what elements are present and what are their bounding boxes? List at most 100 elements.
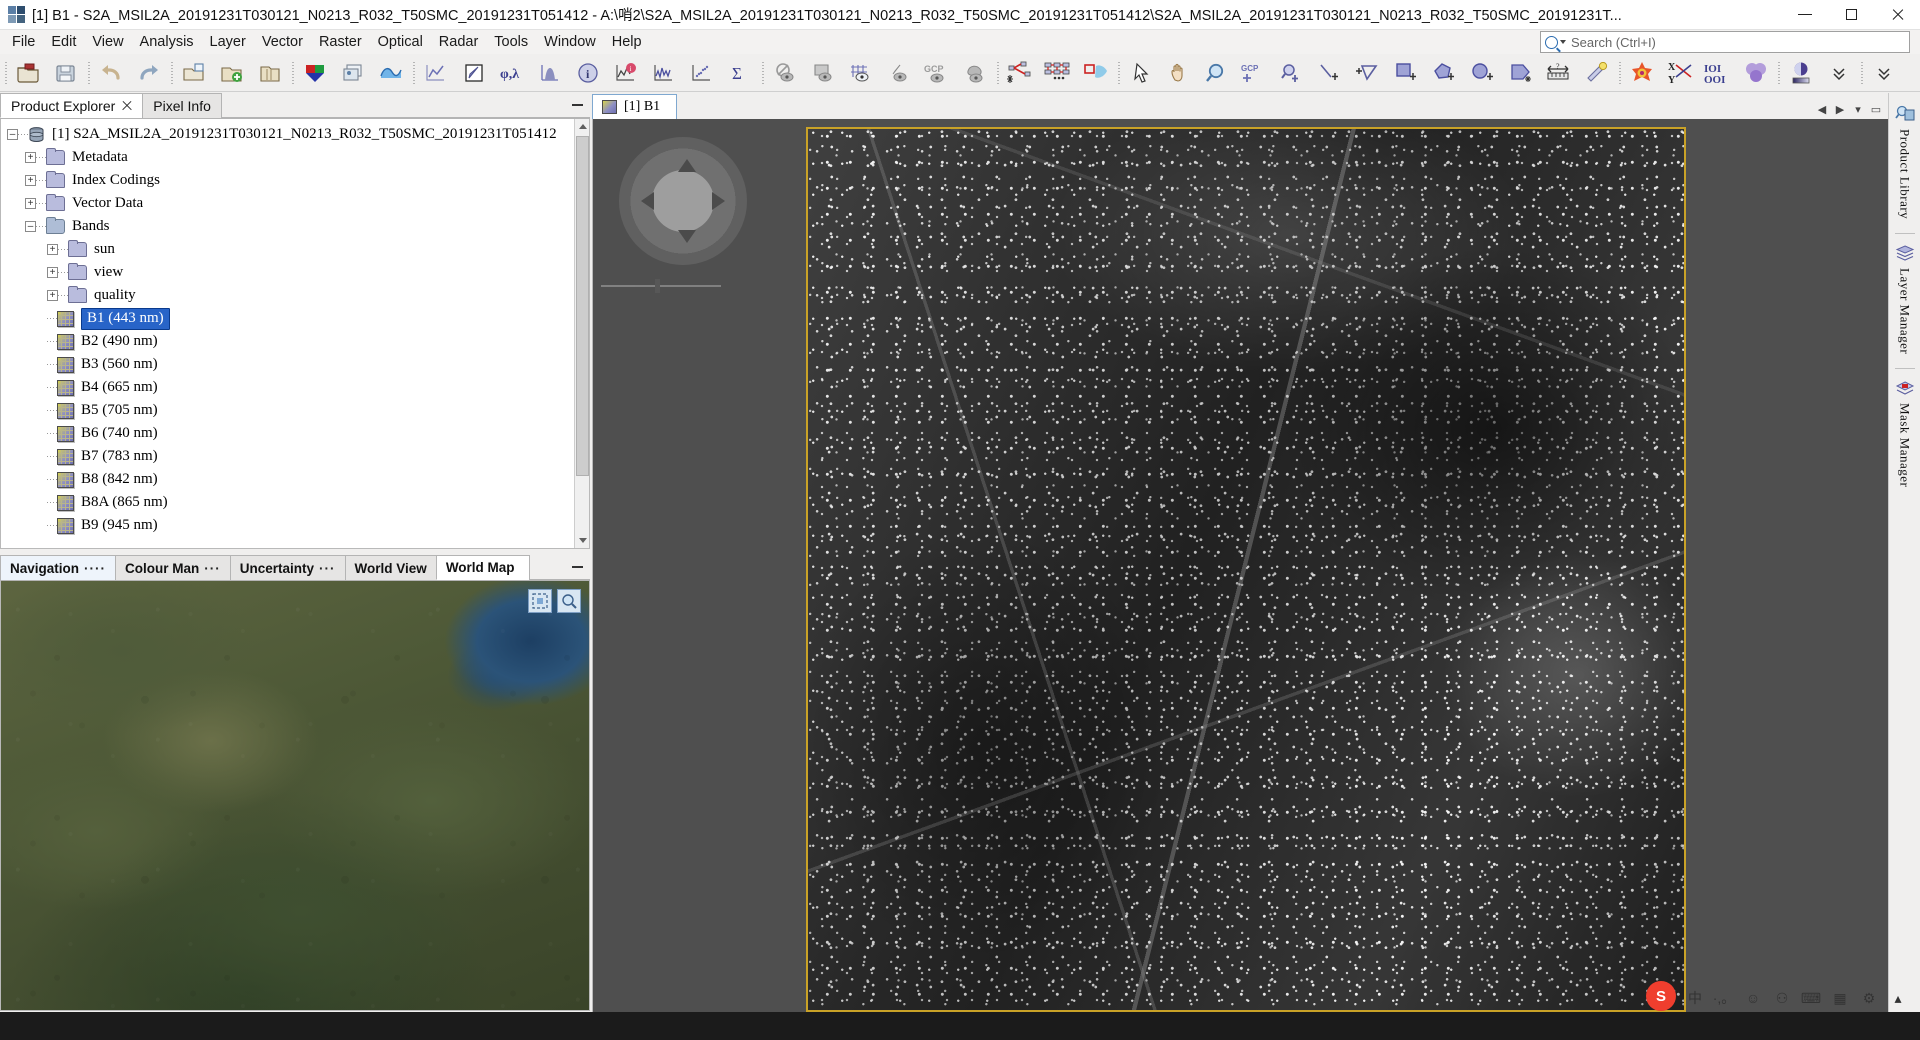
- next-view-icon[interactable]: ▶: [1832, 99, 1848, 119]
- world-map-view[interactable]: [0, 581, 590, 1011]
- chevron-down-icon[interactable]: [1560, 40, 1566, 44]
- image-canvas[interactable]: [592, 119, 1888, 1012]
- menu-vector[interactable]: Vector: [254, 32, 311, 52]
- scrollbar-thumb[interactable]: [576, 136, 589, 476]
- pin-placing-icon[interactable]: GCP: [1236, 56, 1274, 90]
- tab-uncertainty[interactable]: Uncertainty ···: [229, 555, 346, 580]
- tree-node-product[interactable]: – [1] S2A_MSIL2A_20191231T030121_N0213_R…: [7, 123, 589, 146]
- expand-toggle-icon[interactable]: +: [47, 290, 58, 301]
- ime-mode-icon[interactable]: ·,。: [1713, 988, 1736, 1008]
- pan-up-icon[interactable]: [678, 159, 696, 172]
- emoji-icon[interactable]: ☺: [1743, 988, 1763, 1008]
- rgb-image-icon[interactable]: [296, 56, 334, 90]
- pin-overlay-icon[interactable]: [880, 56, 918, 90]
- range-finder-icon[interactable]: ?: [1540, 56, 1578, 90]
- menu-radar[interactable]: Radar: [431, 32, 487, 52]
- menu-optical[interactable]: Optical: [370, 32, 431, 52]
- binary-data-icon[interactable]: IOI OOI: [1699, 56, 1737, 90]
- menu-view[interactable]: View: [84, 32, 131, 52]
- menu-edit[interactable]: Edit: [43, 32, 84, 52]
- batch-processing-icon[interactable]: [1039, 56, 1077, 90]
- keyboard-icon[interactable]: ⌨: [1801, 988, 1821, 1008]
- tree-node-index-codings[interactable]: + Index Codings: [7, 169, 589, 192]
- zoom-tool-icon[interactable]: [1198, 56, 1236, 90]
- pan-tool-icon[interactable]: [1160, 56, 1198, 90]
- geometry-overlay-icon[interactable]: [956, 56, 994, 90]
- save-product-icon[interactable]: [47, 56, 85, 90]
- raster-image[interactable]: [806, 127, 1686, 1012]
- tree-node-sun[interactable]: + sun: [7, 238, 589, 261]
- menu-layer[interactable]: Layer: [202, 32, 254, 52]
- import-product-icon[interactable]: [213, 56, 251, 90]
- zoom-slider-handle[interactable]: [655, 279, 660, 293]
- image-window-icon[interactable]: [334, 56, 372, 90]
- histogram-icon[interactable]: [531, 56, 569, 90]
- statistics-icon[interactable]: Σ: [721, 56, 759, 90]
- bottom-minimize-button[interactable]: [564, 555, 590, 580]
- pan-left-icon[interactable]: [641, 192, 654, 210]
- sogou-ime-icon[interactable]: S: [1646, 981, 1676, 1011]
- polygon-draw-icon[interactable]: [1426, 56, 1464, 90]
- toolbar-overflow-icon[interactable]: [1865, 56, 1903, 90]
- gcp-placing-icon[interactable]: [1274, 56, 1312, 90]
- zoom-selection-icon[interactable]: [557, 589, 581, 613]
- scroll-down-icon[interactable]: [575, 533, 589, 548]
- tree-node-view[interactable]: + view: [7, 261, 589, 284]
- product-subset-icon[interactable]: [1077, 56, 1115, 90]
- pin-manager-icon[interactable]: [455, 56, 493, 90]
- tree-node-band-b7[interactable]: B7 (783 nm): [7, 445, 589, 468]
- zoom-all-icon[interactable]: [528, 589, 552, 613]
- expand-toolbar-icon[interactable]: [1820, 56, 1858, 90]
- minimize-button[interactable]: [1782, 0, 1828, 30]
- close-icon[interactable]: [121, 100, 132, 111]
- rectangle-draw-icon[interactable]: [1388, 56, 1426, 90]
- dock-item-layer-manager[interactable]: Layer Manager: [1895, 238, 1915, 366]
- brightness-contrast-icon[interactable]: [1782, 56, 1820, 90]
- wave-tool-icon[interactable]: [372, 56, 410, 90]
- scatter-plot-icon[interactable]: [683, 56, 721, 90]
- menu-raster[interactable]: Raster: [311, 32, 370, 52]
- collapse-toggle-icon[interactable]: –: [25, 221, 36, 232]
- xy-scatter-icon[interactable]: XY: [1661, 56, 1699, 90]
- expand-toggle-icon[interactable]: +: [47, 244, 58, 255]
- tab-colour-manipulation[interactable]: Colour Man ···: [115, 555, 231, 580]
- voice-input-icon[interactable]: ⚇: [1772, 988, 1792, 1008]
- tab-navigation[interactable]: Navigation ····: [0, 555, 116, 580]
- tree-node-band-b8a[interactable]: B8A (865 nm): [7, 491, 589, 514]
- search-input[interactable]: Search (Ctrl+I): [1540, 31, 1910, 53]
- polyline-draw-icon[interactable]: [1350, 56, 1388, 90]
- colour-manipulation-icon[interactable]: [1623, 56, 1661, 90]
- tree-node-vector-data[interactable]: + Vector Data: [7, 192, 589, 215]
- tree-node-band-b9[interactable]: B9 (945 nm): [7, 514, 589, 537]
- open-product-icon[interactable]: [9, 56, 47, 90]
- magic-wand-icon[interactable]: [1578, 56, 1616, 90]
- zoom-slider[interactable]: [601, 279, 721, 293]
- tree-node-metadata[interactable]: + Metadata: [7, 146, 589, 169]
- prev-view-icon[interactable]: ◀: [1814, 99, 1830, 119]
- maximize-button[interactable]: [1828, 0, 1874, 30]
- tab-pixel-info[interactable]: Pixel Info: [142, 93, 222, 118]
- collapse-toggle-icon[interactable]: –: [7, 129, 18, 140]
- metadata-plot-icon[interactable]: i: [607, 56, 645, 90]
- dock-item-product-library[interactable]: Product Library: [1894, 99, 1915, 231]
- graticule-overlay-icon[interactable]: [842, 56, 880, 90]
- open-subset-icon[interactable]: [175, 56, 213, 90]
- tree-node-band-b1[interactable]: B1 (443 nm): [7, 307, 589, 330]
- tab-product-explorer[interactable]: Product Explorer: [0, 93, 144, 118]
- no-data-overlay-icon[interactable]: [766, 56, 804, 90]
- tree-node-band-b6[interactable]: B6 (740 nm): [7, 422, 589, 445]
- tree-node-band-b8[interactable]: B8 (842 nm): [7, 468, 589, 491]
- toolbox-icon[interactable]: ▦: [1830, 988, 1850, 1008]
- menu-file[interactable]: File: [4, 32, 43, 52]
- undo-icon[interactable]: [92, 56, 130, 90]
- menu-tools[interactable]: Tools: [486, 32, 536, 52]
- select-tool-icon[interactable]: [1122, 56, 1160, 90]
- information-icon[interactable]: i: [569, 56, 607, 90]
- mask-area-icon[interactable]: [1737, 56, 1775, 90]
- profile-plot-icon[interactable]: [417, 56, 455, 90]
- menu-analysis[interactable]: Analysis: [132, 32, 202, 52]
- scroll-up-icon[interactable]: [575, 119, 589, 134]
- tree-node-band-b4[interactable]: B4 (665 nm): [7, 376, 589, 399]
- more-tray-icon[interactable]: ▴: [1888, 988, 1908, 1008]
- expand-toggle-icon[interactable]: +: [47, 267, 58, 278]
